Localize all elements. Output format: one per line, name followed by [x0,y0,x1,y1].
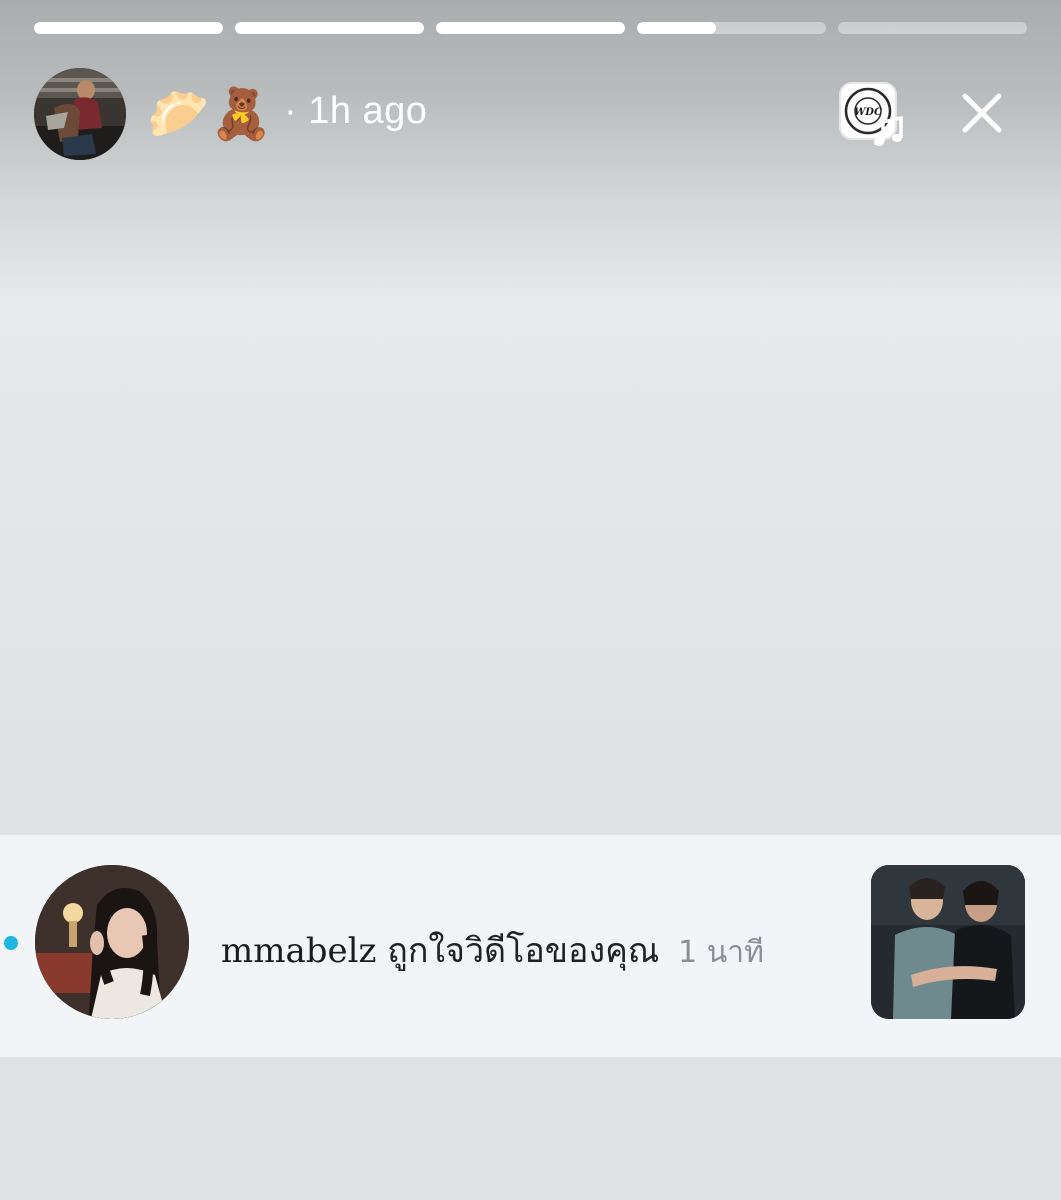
music-badge-text: WDC [854,107,882,118]
user-avatar[interactable] [35,865,189,1019]
story-progress-segment-4 [637,22,826,34]
music-sticker-button[interactable]: WDC [839,82,905,148]
notification-text: mmabelz ถูกใจวิดีโอของคุณ 1 นาที [221,923,764,977]
dumpling-emoji: 🥟 [147,85,210,143]
story-progress-segment-2 [235,22,424,34]
notification-time: 1 นาที [678,935,764,970]
teddy-bear-emoji: 🧸 [210,85,273,143]
close-icon [962,93,1002,133]
notification-username[interactable]: mmabelz [221,931,376,971]
video-thumbnail[interactable] [871,865,1025,1019]
close-button[interactable] [957,88,1007,138]
unread-dot [4,936,18,950]
notification-message: ถูกใจวิดีโอของคุณ [387,931,660,971]
story-header: 🥟 🧸 · 1h ago WDC [34,68,1027,160]
story-progress-segment-3 [436,22,625,34]
story-progress-bar [34,22,1027,34]
story-timestamp: · 1h ago [284,90,428,132]
story-progress-segment-1 [34,22,223,34]
story-progress-segment-5 [838,22,1027,34]
story-author-avatar[interactable] [34,68,126,160]
like-notification-banner[interactable]: mmabelz ถูกใจวิดีโอของคุณ 1 นาที [0,834,1061,1058]
